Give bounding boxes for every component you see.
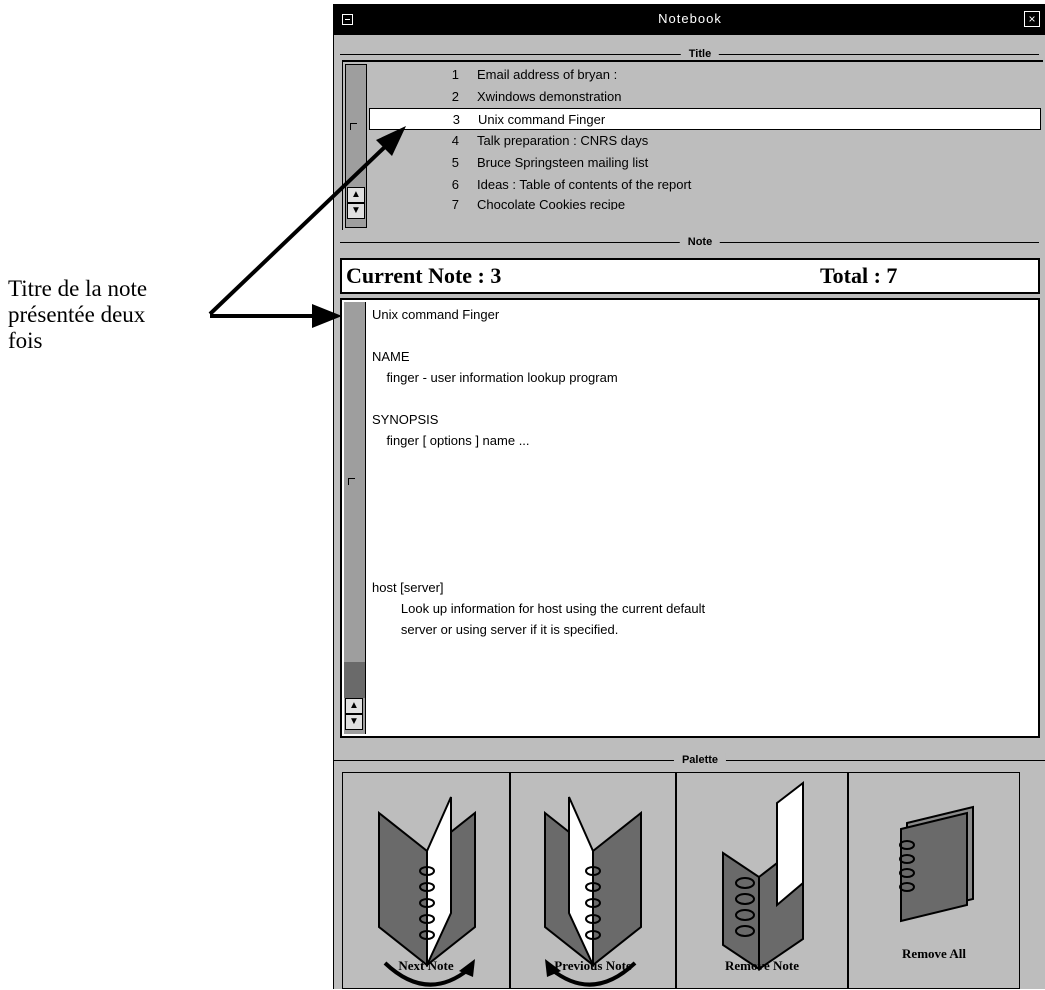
annotation-text: Titre de la note présentée deux fois (8, 276, 218, 354)
list-item[interactable]: 1 Email address of bryan : (369, 64, 1041, 86)
item-number: 3 (452, 112, 460, 127)
scroll-thumb-mark (350, 123, 357, 130)
list-item[interactable]: 5 Bruce Springsteen mailing list (369, 152, 1041, 174)
close-icon[interactable]: × (1024, 11, 1040, 27)
note-scrollbar[interactable]: ▲ ▼ (344, 302, 366, 734)
note-text-area[interactable]: ▲ ▼ Unix command Finger NAME finger - us… (340, 298, 1040, 738)
item-number: 5 (451, 155, 459, 170)
remove-all-button[interactable]: Remove All (848, 772, 1020, 989)
item-number: 4 (451, 133, 459, 148)
scroll-up-button[interactable]: ▲ (347, 187, 365, 203)
next-note-label: Next Note (398, 958, 454, 973)
notebook-window: Notebook × Title ▲ ▼ 1 Email address of … (333, 4, 1045, 989)
list-item[interactable]: 7 Chocolate Cookies recipe (369, 196, 1041, 210)
annotation-line: fois (8, 328, 43, 353)
remove-note-button[interactable]: Remove Note (676, 772, 848, 989)
annotation-line: présentée deux (8, 302, 146, 327)
item-title: Unix command Finger (478, 112, 606, 127)
list-item[interactable]: 4 Talk preparation : CNRS days (369, 130, 1041, 152)
item-title: Ideas : Table of contents of the report (477, 177, 692, 192)
scroll-down-button[interactable]: ▼ (345, 714, 363, 730)
scroll-thumb-mark (348, 478, 355, 485)
list-item[interactable]: 6 Ideas : Table of contents of the repor… (369, 174, 1041, 196)
annotation-line: Titre de la note (8, 276, 148, 301)
note-group-label: Note (679, 235, 721, 249)
item-title: Chocolate Cookies recipe (477, 197, 626, 210)
next-note-button[interactable]: Next Note (342, 772, 510, 989)
item-number: 6 (451, 177, 459, 192)
note-counter-bar: Current Note : 3 Total : 7 (340, 258, 1040, 294)
item-title: Bruce Springsteen mailing list (477, 155, 649, 170)
list-item-selected[interactable]: 3 Unix command Finger (369, 108, 1041, 130)
window-title: Notebook (658, 11, 722, 26)
palette: Next Note Previous Note Remove Note Remo… (338, 768, 1045, 989)
remove-all-label: Remove All (902, 946, 966, 961)
list-item[interactable]: 2 Xwindows demonstration (369, 86, 1041, 108)
previous-note-button[interactable]: Previous Note (510, 772, 676, 989)
item-title: Talk preparation : CNRS days (477, 133, 649, 148)
scroll-up-button[interactable]: ▲ (345, 698, 363, 714)
window-titlebar: Notebook × (334, 4, 1045, 35)
scroll-down-button[interactable]: ▼ (347, 203, 365, 219)
title-group-label: Title (680, 47, 720, 61)
title-list: ▲ ▼ 1 Email address of bryan : 2 Xwindow… (342, 60, 1043, 230)
remove-note-label: Remove Note (725, 958, 799, 973)
note-body[interactable]: Unix command Finger NAME finger - user i… (372, 304, 705, 640)
title-list-rows: 1 Email address of bryan : 2 Xwindows de… (369, 64, 1041, 210)
item-number: 7 (451, 197, 459, 210)
item-number: 1 (451, 67, 459, 82)
item-number: 2 (451, 89, 459, 104)
scroll-thumb[interactable] (344, 662, 365, 698)
title-list-scrollbar[interactable]: ▲ ▼ (345, 64, 367, 228)
total-notes-label: Total : 7 (820, 263, 898, 288)
previous-note-label: Previous Note (554, 958, 632, 973)
current-note-label: Current Note : 3 (346, 263, 502, 288)
item-title: Xwindows demonstration (477, 89, 622, 104)
palette-group-label: Palette (673, 753, 727, 767)
item-title: Email address of bryan : (477, 67, 618, 82)
